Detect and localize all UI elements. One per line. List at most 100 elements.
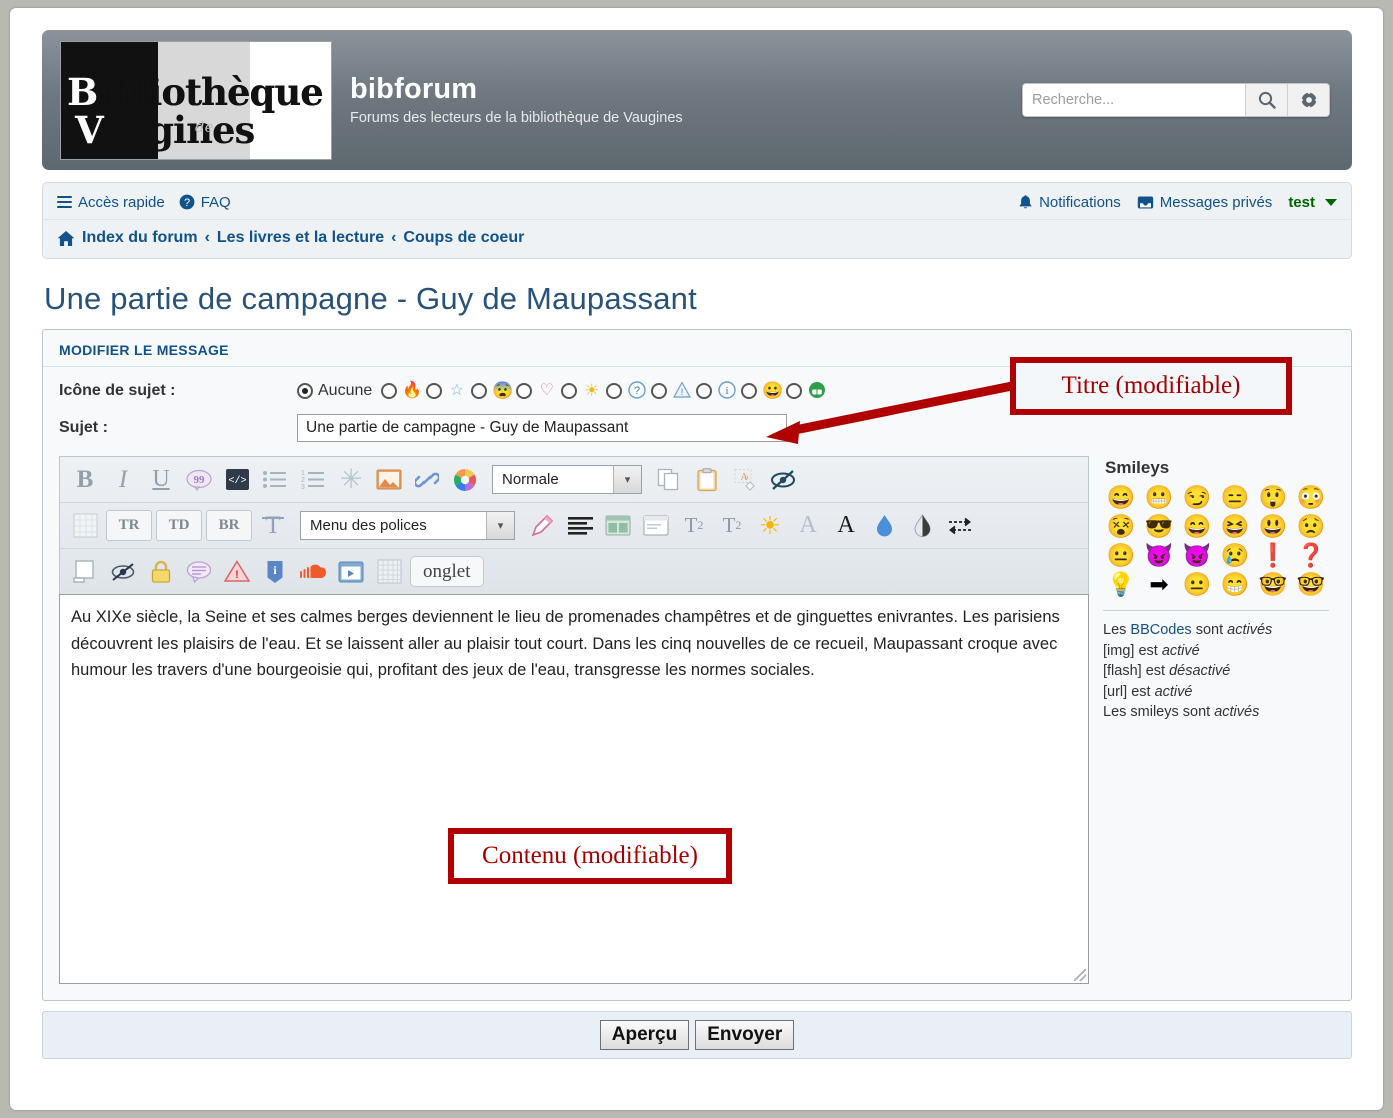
preview-button[interactable]: Aperçu xyxy=(600,1020,689,1050)
columns-icon[interactable] xyxy=(601,510,635,541)
smiley-item[interactable]: ❓ xyxy=(1293,544,1329,567)
text-size-select[interactable]: Normale ▾ xyxy=(492,465,642,494)
italic-icon[interactable]: I xyxy=(106,464,140,495)
copy-icon[interactable] xyxy=(652,464,686,495)
smiley-item[interactable]: ➡ xyxy=(1141,573,1177,596)
resize-handle[interactable] xyxy=(1074,969,1086,981)
icon-option-green[interactable] xyxy=(786,381,826,400)
paste-clipboard-icon[interactable] xyxy=(690,464,724,495)
search-icon[interactable] xyxy=(1245,84,1287,116)
radio-flame[interactable] xyxy=(381,383,397,399)
private-messages-link[interactable]: Messages privés xyxy=(1137,194,1273,211)
hide-preview-icon[interactable] xyxy=(766,464,800,495)
smiley-item[interactable]: 🤓 xyxy=(1255,573,1291,596)
smiley-item[interactable]: 😐 xyxy=(1179,573,1215,596)
float-page-icon[interactable] xyxy=(68,556,102,587)
radio-lightbulb[interactable] xyxy=(561,383,577,399)
smiley-item[interactable]: 😳 xyxy=(1293,486,1329,509)
info-marker-icon[interactable]: i xyxy=(258,556,292,587)
breadcrumb-item-coups[interactable]: Coups de coeur xyxy=(403,229,524,247)
bbcodes-link[interactable]: BBCodes xyxy=(1130,622,1191,638)
smiley-item[interactable]: 🤓 xyxy=(1293,573,1329,596)
message-textarea[interactable]: Au XIXe siècle, la Seine et ses calmes b… xyxy=(59,594,1089,984)
font-dark-icon[interactable]: A xyxy=(829,510,863,541)
font-select[interactable]: Menu des polices ▾ xyxy=(300,511,515,540)
quote-icon[interactable]: 99 xyxy=(182,464,216,495)
smiley-item[interactable]: 😃 xyxy=(1255,515,1291,538)
icon-option-star[interactable]: ☆ xyxy=(426,381,466,400)
user-menu[interactable]: test xyxy=(1288,194,1337,211)
icon-option-warning[interactable]: ! xyxy=(651,381,691,400)
breadcrumb-item-index[interactable]: Index du forum xyxy=(82,229,198,247)
code-icon[interactable]: </> xyxy=(220,464,254,495)
smiley-item[interactable]: 😑 xyxy=(1217,486,1253,509)
icon-option-info[interactable]: i xyxy=(696,381,736,400)
icon-option-smiley[interactable]: 😀 xyxy=(741,381,781,400)
bold-icon[interactable]: B xyxy=(68,464,102,495)
smiley-item[interactable]: 😐 xyxy=(1103,544,1139,567)
frame-icon[interactable] xyxy=(639,510,673,541)
icon-option-none[interactable]: Aucune xyxy=(297,382,376,400)
radio-warning[interactable] xyxy=(651,383,667,399)
breadcrumb-item-livres[interactable]: Les livres et la lecture xyxy=(217,229,384,247)
smiley-item[interactable]: 😎 xyxy=(1141,515,1177,538)
strikethrough-icon[interactable]: T xyxy=(256,510,290,541)
subject-input[interactable] xyxy=(297,414,787,442)
lock-icon[interactable] xyxy=(144,556,178,587)
search-box[interactable] xyxy=(1022,83,1330,117)
hidden-eye-icon[interactable] xyxy=(106,556,140,587)
image-icon[interactable] xyxy=(372,464,406,495)
smiley-item[interactable]: 😄 xyxy=(1179,515,1215,538)
water-drop-icon[interactable] xyxy=(867,510,901,541)
smiley-item[interactable]: 😵 xyxy=(1103,515,1139,538)
asterisk-icon[interactable]: ✳ xyxy=(334,464,368,495)
faq-link[interactable]: ? FAQ xyxy=(179,194,231,211)
radio-none[interactable] xyxy=(297,383,313,399)
radio-info[interactable] xyxy=(696,383,712,399)
table-cell-button[interactable]: TD xyxy=(156,510,202,541)
align-icon[interactable] xyxy=(563,510,597,541)
color-wheel-icon[interactable] xyxy=(448,464,482,495)
smiley-item[interactable]: 😈 xyxy=(1141,544,1177,567)
radio-green[interactable] xyxy=(786,383,802,399)
contrast-icon[interactable] xyxy=(905,510,939,541)
numbered-list-icon[interactable]: 123 xyxy=(296,464,330,495)
radio-shocked[interactable] xyxy=(471,383,487,399)
smiley-item[interactable]: 😈 xyxy=(1179,544,1215,567)
radio-question[interactable] xyxy=(606,383,622,399)
soundcloud-icon[interactable] xyxy=(296,556,330,587)
table-icon[interactable] xyxy=(68,510,102,541)
bullet-list-icon[interactable] xyxy=(258,464,292,495)
superscript-icon[interactable]: T2 xyxy=(677,510,711,541)
smiley-item[interactable]: 😄 xyxy=(1103,486,1139,509)
video-icon[interactable] xyxy=(334,556,368,587)
subscript-icon[interactable]: T2 xyxy=(715,510,749,541)
gear-icon[interactable] xyxy=(1287,84,1329,116)
smiley-item[interactable]: 😢 xyxy=(1217,544,1253,567)
notifications-link[interactable]: Notifications xyxy=(1018,194,1121,211)
smiley-item[interactable]: 😏 xyxy=(1179,486,1215,509)
smiley-item[interactable]: 😟 xyxy=(1293,515,1329,538)
swap-arrows-icon[interactable] xyxy=(943,510,977,541)
radio-smiley[interactable] xyxy=(741,383,757,399)
smiley-item[interactable]: 😲 xyxy=(1255,486,1291,509)
site-logo[interactable]: Bibliothèque Vaugines de xyxy=(60,41,332,160)
highlighter-icon[interactable] xyxy=(525,510,559,541)
font-light-icon[interactable]: A xyxy=(791,510,825,541)
line-break-button[interactable]: BR xyxy=(206,510,252,541)
icon-option-question[interactable]: ? xyxy=(606,381,646,400)
icon-option-shocked[interactable]: 😨 xyxy=(471,381,511,400)
smiley-item[interactable]: 💡 xyxy=(1103,573,1139,596)
search-input[interactable] xyxy=(1023,84,1245,116)
warning-triangle-icon[interactable]: ! xyxy=(220,556,254,587)
link-icon[interactable] xyxy=(410,464,444,495)
quick-access-link[interactable]: Accès rapide xyxy=(57,193,165,211)
underline-icon[interactable]: U xyxy=(144,464,178,495)
radio-heart[interactable] xyxy=(516,383,532,399)
sun-icon[interactable]: ☀ xyxy=(753,510,787,541)
smiley-item[interactable]: 😬 xyxy=(1141,486,1177,509)
smiley-item[interactable]: 😆 xyxy=(1217,515,1253,538)
remove-format-icon[interactable]: Aa xyxy=(728,464,762,495)
tab-button[interactable]: onglet xyxy=(410,556,484,587)
icon-option-heart[interactable]: ♡ xyxy=(516,381,556,400)
